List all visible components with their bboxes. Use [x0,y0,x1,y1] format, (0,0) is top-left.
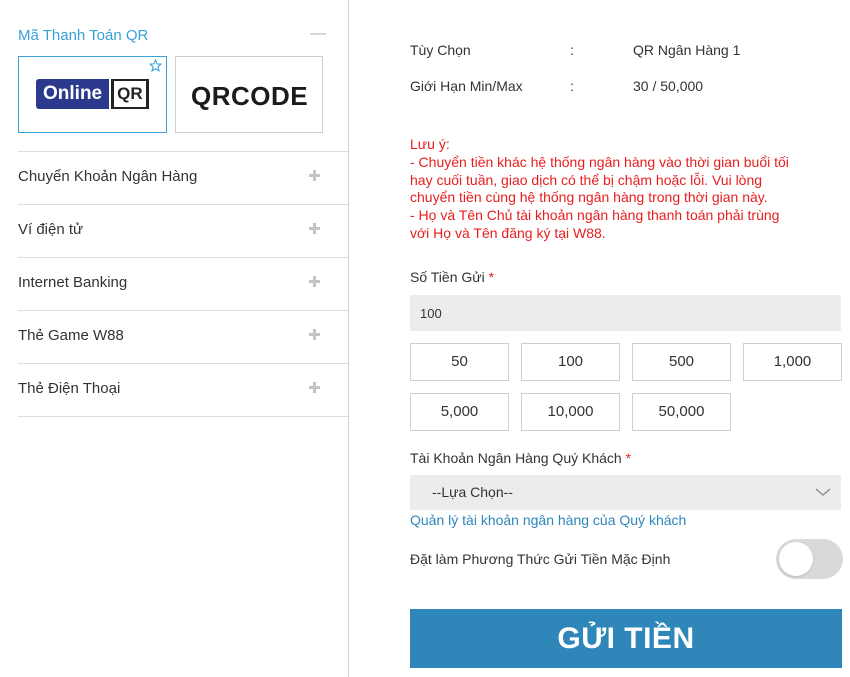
required-mark: * [625,450,632,466]
note-line: - Họ và Tên Chủ tài khoản ngân hàng than… [410,207,780,224]
menu-item-label: Chuyển Khoản Ngân Hàng [18,168,198,185]
limit-label: Giới Hạn Min/Max [410,78,523,94]
menu-item-label: Thẻ Game W88 [18,327,124,344]
warning-note: Lưu ý: - Chuyển tiền khác hệ thống ngân … [410,136,842,243]
payment-method-panel: Mã Thanh Toán QR — Online QR QRCODE Chuy… [0,0,349,677]
plus-icon[interactable] [309,329,320,340]
required-mark: * [488,269,495,285]
quick-amount-button[interactable]: 1,000 [743,343,842,381]
plus-icon[interactable] [309,170,320,181]
qr-section-header[interactable]: Mã Thanh Toán QR — [18,25,326,47]
deposit-submit-button[interactable]: GỬI TIỀN [410,609,842,668]
online-qr-logo: Online QR [36,79,149,109]
bank-account-selected: --Lựa Chọn-- [432,484,513,500]
qrcode-option[interactable]: QRCODE [175,56,323,133]
bank-account-select[interactable]: --Lựa Chọn-- [410,475,841,510]
menu-item-phone-card[interactable]: Thẻ Điện Thoại [18,363,348,417]
online-qr-logo-qr: QR [111,79,149,109]
manage-bank-accounts-link[interactable]: Quản lý tài khoản ngân hàng của Quý khác… [410,512,686,528]
amount-label-text: Số Tiền Gửi [410,269,485,285]
note-line: hay cuối tuần, giao dịch có thể bị chậm … [410,171,763,188]
limit-separator: : [570,78,574,94]
amount-label: Số Tiền Gửi * [410,269,494,285]
note-line: - Chuyển tiền khác hệ thống ngân hàng và… [410,153,789,170]
quick-amount-button[interactable]: 10,000 [521,393,620,431]
default-method-toggle[interactable] [776,539,843,579]
note-line: chuyển tiền cùng hệ thống ngân hàng tron… [410,189,768,206]
menu-item-label: Thẻ Điện Thoại [18,380,121,397]
menu-item-game-card[interactable]: Thẻ Game W88 [18,310,348,363]
minus-icon[interactable]: — [310,25,326,43]
toggle-knob[interactable] [779,542,813,576]
plus-icon[interactable] [309,276,320,287]
note-line: với Họ và Tên đăng ký tại W88. [410,224,606,241]
quick-amount-button[interactable]: 50 [410,343,509,381]
online-qr-logo-word: Online [36,79,110,109]
bank-account-label: Tài Khoản Ngân Hàng Quý Khách * [410,450,631,466]
option-label: Tùy Chọn [410,42,471,58]
payment-method-list: Chuyển Khoản Ngân Hàng Ví điện tử Intern… [18,151,348,417]
menu-item-label: Internet Banking [18,274,128,291]
quick-amount-button[interactable]: 5,000 [410,393,509,431]
option-value: QR Ngân Hàng 1 [633,42,741,58]
quick-amount-button[interactable]: 500 [632,343,731,381]
menu-item-internet-banking[interactable]: Internet Banking [18,257,348,310]
qr-section-title: Mã Thanh Toán QR [18,27,149,44]
limit-value: 30 / 50,000 [633,78,704,94]
menu-item-bank-transfer[interactable]: Chuyển Khoản Ngân Hàng [18,151,348,204]
option-separator: : [570,42,574,58]
star-icon[interactable] [149,59,162,72]
plus-icon[interactable] [309,223,320,234]
bank-account-label-text: Tài Khoản Ngân Hàng Quý Khách [410,450,622,466]
default-method-label: Đặt làm Phương Thức Gửi Tiền Mặc Định [410,551,671,567]
qrcode-logo: QRCODE [191,81,309,111]
menu-item-e-wallet[interactable]: Ví điện tử [18,204,348,257]
amount-input[interactable] [410,295,841,331]
menu-item-label: Ví điện tử [18,221,84,238]
note-line: Lưu ý: [410,136,450,152]
quick-amount-button[interactable]: 50,000 [632,393,731,431]
chevron-down-icon[interactable] [815,486,831,498]
plus-icon[interactable] [309,382,320,393]
quick-amount-button[interactable]: 100 [521,343,620,381]
online-qr-option[interactable]: Online QR [18,56,167,133]
